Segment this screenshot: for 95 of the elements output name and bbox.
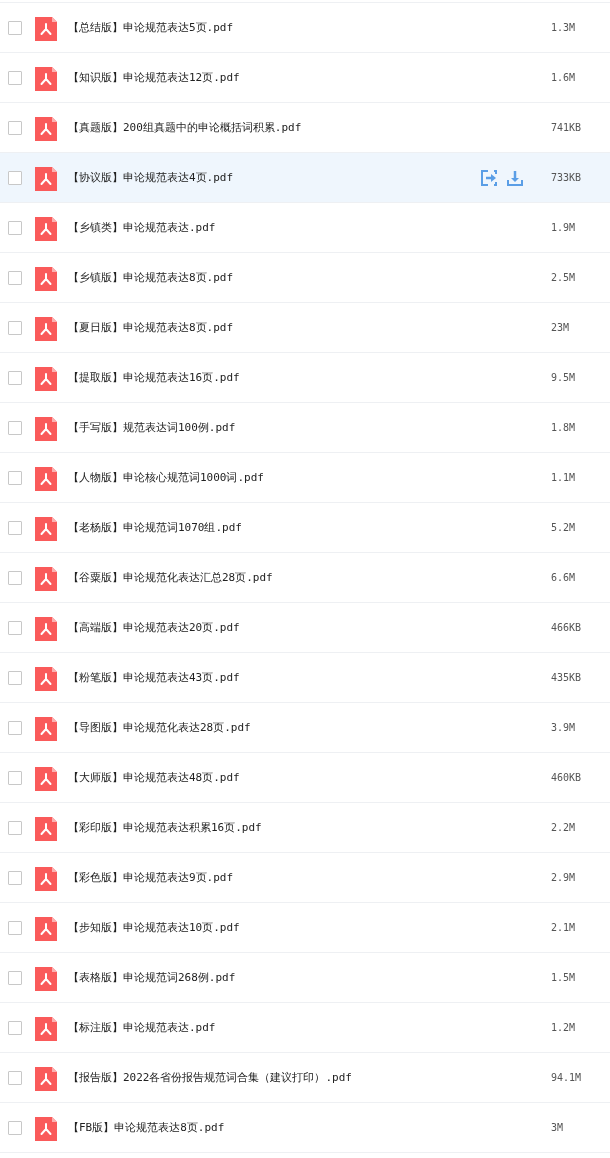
pdf-file-icon: [35, 1066, 57, 1091]
checkbox[interactable]: [8, 170, 22, 185]
file-size: 1.8M: [551, 422, 577, 433]
pdf-file-icon: [35, 766, 57, 791]
checkbox[interactable]: [8, 220, 22, 235]
file-name[interactable]: 【乡镇版】申论规范表达8页.pdf: [68, 270, 481, 285]
checkbox[interactable]: [8, 520, 22, 535]
checkbox[interactable]: [8, 1070, 22, 1085]
file-size: 2.1M: [551, 922, 577, 933]
checkbox[interactable]: [8, 820, 22, 835]
file-name[interactable]: 【老杨版】申论规范词1070组.pdf: [68, 520, 481, 535]
file-size: 1.1M: [551, 472, 577, 483]
download-icon[interactable]: [507, 169, 523, 186]
file-size: 1.9M: [551, 222, 577, 233]
checkbox[interactable]: [8, 270, 22, 285]
checkbox[interactable]: [8, 770, 22, 785]
file-name[interactable]: 【粉笔版】申论规范表达43页.pdf: [68, 670, 481, 685]
checkbox[interactable]: [8, 470, 22, 485]
file-size: 733KB: [551, 172, 583, 183]
checkbox[interactable]: [8, 870, 22, 885]
checkbox[interactable]: [8, 620, 22, 635]
file-size: 2.9M: [551, 872, 577, 883]
checkbox[interactable]: [8, 320, 22, 335]
pdf-file-icon: [35, 366, 57, 391]
file-size: 1.6M: [551, 72, 577, 83]
file-size: 23M: [551, 322, 571, 333]
pdf-file-icon: [35, 16, 57, 41]
file-name[interactable]: 【大师版】申论规范表达48页.pdf: [68, 770, 481, 785]
pdf-file-icon: [35, 116, 57, 141]
pdf-file-icon: [35, 616, 57, 641]
pdf-file-icon: [35, 716, 57, 741]
pdf-file-icon: [35, 216, 57, 241]
file-name[interactable]: 【标注版】申论规范表达.pdf: [68, 1020, 481, 1035]
file-size: 435KB: [551, 672, 583, 683]
file-size: 2.2M: [551, 822, 577, 833]
file-name[interactable]: 【人物版】申论核心规范词1000词.pdf: [68, 470, 481, 485]
checkbox[interactable]: [8, 570, 22, 585]
checkbox[interactable]: [8, 720, 22, 735]
file-name[interactable]: 【知识版】申论规范表达12页.pdf: [68, 70, 481, 85]
pdf-file-icon: [35, 516, 57, 541]
file-size: 5.2M: [551, 522, 577, 533]
checkbox[interactable]: [8, 1120, 22, 1135]
pdf-file-icon: [35, 66, 57, 91]
file-size: 1.2M: [551, 1022, 577, 1033]
file-name[interactable]: 【手写版】规范表达词100例.pdf: [68, 420, 481, 435]
file-name[interactable]: 【彩色版】申论规范表达9页.pdf: [68, 870, 481, 885]
checkbox[interactable]: [8, 670, 22, 685]
file-size: 460KB: [551, 772, 583, 783]
checkbox[interactable]: [8, 1020, 22, 1035]
file-size: 3M: [551, 1122, 565, 1133]
file-name[interactable]: 【FB版】申论规范表达8页.pdf: [68, 1120, 481, 1135]
file-name[interactable]: 【总结版】申论规范表达5页.pdf: [68, 20, 481, 35]
pdf-file-icon: [35, 816, 57, 841]
pdf-file-icon: [35, 1016, 57, 1041]
file-size: 3.9M: [551, 722, 577, 733]
checkbox[interactable]: [8, 70, 22, 85]
checkbox[interactable]: [8, 920, 22, 935]
file-size: 2.5M: [551, 272, 577, 283]
file-size: 1.3M: [551, 22, 577, 33]
checkbox[interactable]: [8, 20, 22, 35]
file-name[interactable]: 【夏日版】申论规范表达8页.pdf: [68, 320, 481, 335]
file-name[interactable]: 【导图版】申论规范化表达28页.pdf: [68, 720, 481, 735]
file-name[interactable]: 【真题版】200组真题中的申论概括词积累.pdf: [68, 120, 481, 135]
checkbox[interactable]: [8, 120, 22, 135]
file-name[interactable]: 【彩印版】申论规范表达积累16页.pdf: [68, 820, 481, 835]
pdf-file-icon: [35, 316, 57, 341]
share-icon[interactable]: [481, 169, 497, 186]
pdf-file-icon: [35, 166, 57, 191]
file-name[interactable]: 【谷粟版】申论规范化表达汇总28页.pdf: [68, 570, 481, 585]
file-size: 9.5M: [551, 372, 577, 383]
file-size: 741KB: [551, 122, 583, 133]
checkbox[interactable]: [8, 420, 22, 435]
pdf-file-icon: [35, 266, 57, 291]
file-size: 6.6M: [551, 572, 577, 583]
file-name[interactable]: 【报告版】2022各省份报告规范词合集（建议打印）.pdf: [68, 1070, 481, 1085]
checkbox[interactable]: [8, 370, 22, 385]
pdf-file-icon: [35, 916, 57, 941]
file-name[interactable]: 【表格版】申论规范词268例.pdf: [68, 970, 481, 985]
pdf-file-icon: [35, 666, 57, 691]
file-row[interactable]: 【协议版】申论规范表达4页.pdf 733KB: [0, 153, 610, 203]
file-size: 94.1M: [551, 1072, 583, 1083]
checkbox[interactable]: [8, 970, 22, 985]
file-name[interactable]: 【提取版】申论规范表达16页.pdf: [68, 370, 481, 385]
pdf-file-icon: [35, 566, 57, 591]
file-size: 1.5M: [551, 972, 577, 983]
file-size: 466KB: [551, 622, 583, 633]
pdf-file-icon: [35, 416, 57, 441]
file-name[interactable]: 【高端版】申论规范表达20页.pdf: [68, 620, 481, 635]
file-name[interactable]: 【协议版】申论规范表达4页.pdf: [68, 170, 481, 185]
pdf-file-icon: [35, 1116, 57, 1141]
pdf-file-icon: [35, 466, 57, 491]
file-name[interactable]: 【步知版】申论规范表达10页.pdf: [68, 920, 481, 935]
pdf-file-icon: [35, 966, 57, 991]
file-name[interactable]: 【乡镇类】申论规范表达.pdf: [68, 220, 481, 235]
pdf-file-icon: [35, 866, 57, 891]
